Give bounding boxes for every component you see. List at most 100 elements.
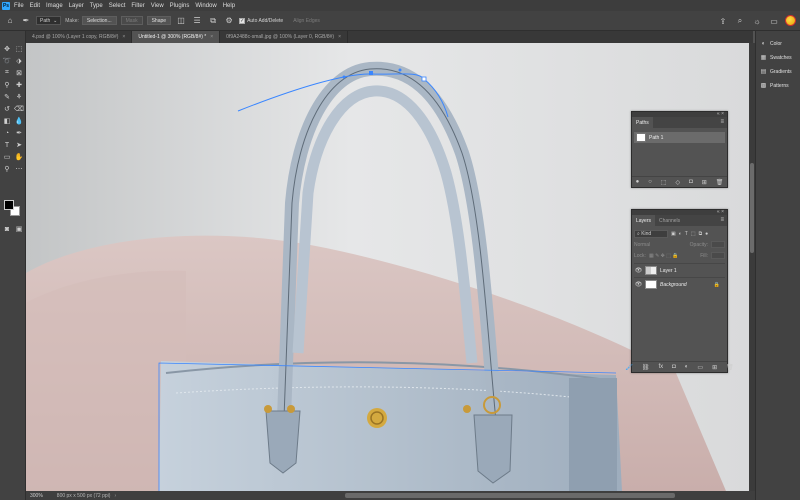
menu-help[interactable]: Help — [223, 3, 235, 9]
shape-filter-icon[interactable]: ⬚ — [691, 231, 696, 237]
eyedropper-tool-icon[interactable]: ⚲ — [1, 79, 13, 91]
search-icon[interactable]: ⌕ — [734, 15, 746, 27]
menu-select[interactable]: Select — [109, 3, 126, 9]
tool-mode-dropdown[interactable]: Path ⌄ — [36, 16, 62, 25]
add-mask-icon[interactable]: ◘ — [689, 179, 693, 185]
tab-channels[interactable]: Channels — [655, 215, 684, 226]
pixel-filter-icon[interactable]: ▣ — [671, 231, 676, 237]
brush-tool-icon[interactable]: ✎ — [1, 91, 13, 103]
fx-icon[interactable]: fx — [659, 364, 664, 370]
menu-plugins[interactable]: Plugins — [170, 3, 190, 9]
load-selection-icon[interactable]: ⬚ — [661, 179, 667, 186]
direction-handle[interactable] — [398, 68, 402, 72]
tab-untitled-1[interactable]: Untitled-1 @ 300% (RGB/8#) * × — [132, 31, 221, 43]
workspace-icon[interactable]: ▭ — [768, 15, 780, 27]
dock-item-color[interactable]: ◐ Color — [756, 37, 800, 51]
rectangle-tool-icon[interactable]: ▭ — [1, 151, 13, 163]
dock-item-gradients[interactable]: ▤ Gradients — [756, 65, 800, 79]
delete-icon[interactable]: 🗑 — [716, 179, 724, 186]
status-menu-arrow[interactable]: › — [114, 493, 116, 499]
clone-stamp-icon[interactable]: ⚘ — [13, 91, 25, 103]
path-arrangement-icon[interactable]: ⧉ — [207, 15, 219, 27]
close-icon[interactable]: × — [338, 34, 341, 40]
blur-tool-icon[interactable]: 💧 — [13, 115, 25, 127]
type-tool-icon[interactable]: T — [1, 139, 13, 151]
path-operations-icon[interactable]: ◫ — [175, 15, 187, 27]
link-icon[interactable]: ⛓ — [642, 364, 650, 371]
scroll-thumb[interactable] — [750, 163, 754, 253]
opacity-field[interactable] — [711, 241, 725, 248]
make-path-icon[interactable]: ◇ — [676, 179, 681, 186]
visibility-eye-icon[interactable]: 👁 — [634, 267, 643, 274]
layer-row[interactable]: 👁 Layer 1 — [634, 263, 725, 277]
zoom-tool-icon[interactable]: ⚲ — [1, 163, 13, 175]
shape-button[interactable]: Shape — [146, 16, 172, 25]
move-tool-icon[interactable]: ✥ — [1, 43, 13, 55]
pen-tool-preset-icon[interactable]: ✒ — [20, 15, 32, 27]
path-alignment-icon[interactable]: ☰ — [191, 15, 203, 27]
marquee-tool-icon[interactable]: ⬚ — [13, 43, 25, 55]
layer-row[interactable]: 👁 Background 🔒 — [634, 277, 725, 291]
panel-menu-icon[interactable]: ≡ — [720, 217, 724, 223]
light-bulb-icon[interactable]: ☼ — [751, 15, 763, 27]
type-filter-icon[interactable]: T — [685, 231, 688, 237]
new-layer-icon[interactable]: ⊞ — [712, 364, 717, 371]
zoom-level[interactable]: 300% — [30, 493, 43, 499]
tab-layers[interactable]: Layers — [632, 215, 656, 226]
spot-healing-icon[interactable]: ✚ — [13, 79, 25, 91]
tab-paths[interactable]: Paths — [632, 117, 653, 128]
menu-window[interactable]: Window — [195, 3, 216, 9]
lasso-tool-icon[interactable]: ➰ — [1, 55, 13, 67]
screen-mode-icon[interactable]: ▣ — [13, 223, 25, 235]
dock-item-swatches[interactable]: ▦ Swatches — [756, 51, 800, 65]
menu-file[interactable]: File — [14, 3, 24, 9]
dock-item-patterns[interactable]: ▩ Patterns — [756, 79, 800, 93]
close-icon[interactable]: × — [122, 34, 125, 40]
anchor-point[interactable] — [369, 71, 373, 75]
close-icon[interactable]: × — [210, 34, 213, 40]
adjustment-layer-icon[interactable]: ◐ — [685, 364, 689, 370]
panel-menu-icon[interactable]: ≡ — [720, 119, 724, 125]
share-icon[interactable]: ⇪ — [717, 15, 729, 27]
visibility-eye-icon[interactable]: 👁 — [634, 281, 643, 288]
object-selection-icon[interactable]: ⬗ — [13, 55, 25, 67]
dodge-tool-icon[interactable]: ◔ — [1, 127, 13, 139]
hand-tool-icon[interactable]: ✋ — [13, 151, 25, 163]
fill-field[interactable] — [711, 252, 725, 259]
history-brush-icon[interactable]: ↺ — [1, 103, 13, 115]
anchor-point[interactable] — [421, 76, 427, 82]
frame-tool-icon[interactable]: ⊠ — [13, 67, 25, 79]
kind-filter-dropdown[interactable]: ⌕ Kind — [634, 229, 668, 238]
menu-view[interactable]: View — [151, 3, 164, 9]
selection-button[interactable]: Selection... — [81, 16, 117, 25]
foreground-color-swatch[interactable] — [4, 200, 14, 210]
settings-gear-icon[interactable]: ⚙ — [223, 15, 235, 27]
link-layers-icon[interactable]: 🖌 — [625, 364, 633, 371]
new-path-icon[interactable]: ⊞ — [702, 179, 707, 186]
align-edges-option[interactable]: Align Edges — [289, 16, 324, 25]
path-item[interactable]: Path 1 — [634, 132, 725, 143]
delete-icon[interactable]: 🗑 — [726, 364, 734, 371]
adjustment-filter-icon[interactable]: ◐ — [679, 231, 682, 237]
new-group-icon[interactable]: ▭ — [697, 364, 703, 371]
horizontal-scrollbar-thumb[interactable] — [345, 493, 675, 498]
menu-filter[interactable]: Filter — [131, 3, 144, 9]
blend-mode-dropdown[interactable]: Normal — [634, 242, 650, 248]
lock-icons[interactable]: ▦ ✎ ✥ ⬚ 🔒 — [649, 253, 679, 259]
menu-image[interactable]: Image — [46, 3, 63, 9]
more-tools-icon[interactable]: ⋯ — [13, 163, 25, 175]
mask-button[interactable]: Mask — [120, 16, 143, 25]
photoshop-logo[interactable]: Ps — [2, 1, 10, 10]
menu-type[interactable]: Type — [90, 3, 103, 9]
fill-path-icon[interactable]: ● — [636, 179, 640, 185]
add-mask-icon[interactable]: ◘ — [672, 364, 676, 370]
crop-tool-icon[interactable]: ⌗ — [1, 67, 13, 79]
pen-tool-icon[interactable]: ✒ — [13, 127, 25, 139]
user-avatar[interactable] — [785, 15, 796, 26]
direction-handle[interactable] — [342, 75, 346, 79]
menu-layer[interactable]: Layer — [69, 3, 84, 9]
tab-small-jpg[interactable]: 0f9A2488c-small.jpg @ 100% (Layer 0, RGB… — [220, 31, 348, 43]
eraser-tool-icon[interactable]: ⌫ — [13, 103, 25, 115]
auto-add-delete-checkbox[interactable]: ✓ Auto Add/Delete — [239, 17, 283, 24]
quick-mask-icon[interactable]: ◙ — [1, 223, 13, 235]
